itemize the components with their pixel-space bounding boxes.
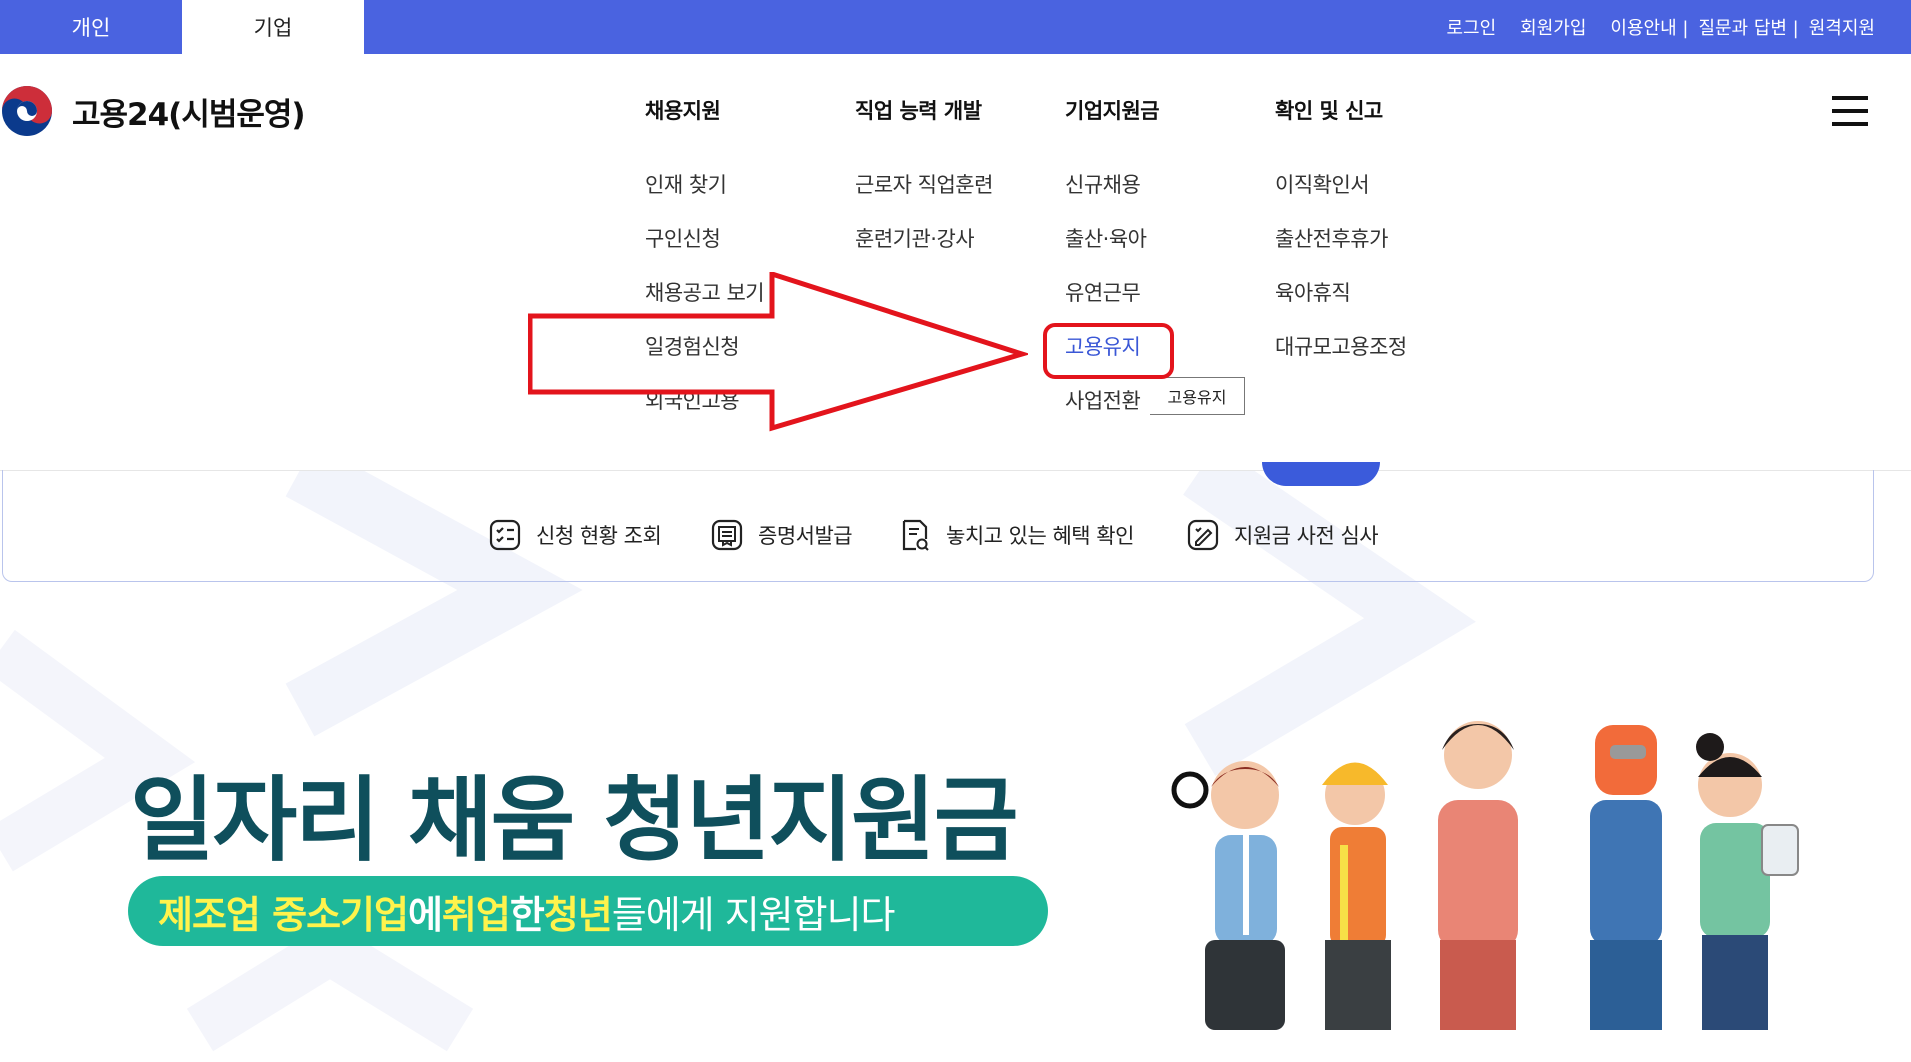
top-bar: 개인 기업 로그인 회원가입 이용안내 | 질문과 답변 | 원격지원: [0, 0, 1911, 54]
menu-item-separation-certificate[interactable]: 이직확인서: [1275, 171, 1407, 225]
menu-item-maternity-leave[interactable]: 출산전후휴가: [1275, 225, 1407, 279]
qna-link[interactable]: 질문과 답변 |: [1698, 14, 1798, 40]
menu-head-recruitment[interactable]: 채용지원: [645, 95, 764, 123]
menu-item-flexible-work[interactable]: 유연근무: [1065, 279, 1159, 333]
menu-item-new-hiring[interactable]: 신규채용: [1065, 171, 1159, 225]
tab-business[interactable]: 기업: [182, 0, 364, 54]
menu-item-parental-leave[interactable]: 육아휴직: [1275, 279, 1407, 333]
menu-item-work-experience[interactable]: 일경험신청: [645, 333, 764, 387]
menu-icon[interactable]: [1832, 96, 1868, 126]
government-emblem-icon: [2, 86, 52, 136]
menu-head-subsidies[interactable]: 기업지원금: [1065, 95, 1160, 123]
quick-certificate[interactable]: 증명서발급: [710, 518, 853, 552]
menu-item-mass-adjustment[interactable]: 대규모고용조정: [1275, 333, 1407, 387]
annotation-arrow: [528, 272, 1028, 432]
menu-item-view-postings[interactable]: 채용공고 보기: [645, 279, 765, 333]
banner-title: 일자리 채움 청년지원금: [130, 767, 1018, 874]
menu-column-reports: 확인 및 신고 이직확인서 출산전후휴가 육아휴직 대규모고용조정: [1275, 95, 1407, 387]
menu-item-foreign-employment[interactable]: 외국인고용: [645, 387, 764, 441]
site-logo[interactable]: 고용24(시범운영): [0, 84, 306, 138]
tab-personal[interactable]: 개인: [0, 0, 182, 54]
menu-item-worker-training[interactable]: 근로자 직업훈련: [855, 171, 993, 225]
menu-column-training: 직업 능력 개발 근로자 직업훈련 훈련기관·강사: [855, 95, 993, 279]
menu-column-subsidies: 기업지원금 신규채용 출산·육아 유연근무 고용유지 사업전환: [1065, 95, 1160, 441]
guide-link[interactable]: 이용안내 |: [1610, 14, 1688, 40]
site-title: 고용24(시범운영): [72, 96, 306, 133]
document-search-icon: [902, 519, 929, 551]
banner-subtitle: 제조업 중소기업 에 취업 한 청년 들에게 지원합니다: [128, 876, 1048, 946]
menu-item-training-institutes[interactable]: 훈련기관·강사: [855, 225, 993, 279]
signup-link[interactable]: 회원가입: [1520, 14, 1586, 40]
login-link[interactable]: 로그인: [1446, 14, 1496, 40]
menu-column-recruitment: 채용지원 인재 찾기 구인신청 채용공고 보기 일경험신청 외국인고용: [645, 95, 765, 441]
menu-item-find-talent[interactable]: 인재 찾기: [645, 171, 764, 225]
quick-missed-benefits[interactable]: 놓치고 있는 혜택 확인: [898, 518, 1134, 552]
hover-tooltip: 고용유지: [1150, 377, 1245, 415]
checklist-icon: [489, 519, 521, 551]
menu-head-training[interactable]: 직업 능력 개발: [855, 95, 993, 123]
workers-illustration: [1171, 721, 1799, 1030]
utility-links: 로그인 회원가입 이용안내 | 질문과 답변 | 원격지원: [1446, 0, 1875, 54]
menu-head-reports[interactable]: 확인 및 신고: [1275, 95, 1407, 123]
remote-support-link[interactable]: 원격지원: [1809, 14, 1875, 40]
menu-item-employment-retention[interactable]: 고용유지: [1065, 333, 1159, 387]
menu-item-job-request[interactable]: 구인신청: [645, 225, 764, 279]
edit-check-icon: [1187, 519, 1219, 551]
certificate-icon: [711, 519, 743, 551]
quick-pre-screening[interactable]: 지원금 사전 심사: [1186, 518, 1379, 552]
menu-item-business-conversion[interactable]: 사업전환: [1065, 387, 1159, 441]
menu-item-childbirth-childcare[interactable]: 출산·육아: [1065, 225, 1159, 279]
quick-status-inquiry[interactable]: 신청 현황 조회: [488, 518, 662, 552]
